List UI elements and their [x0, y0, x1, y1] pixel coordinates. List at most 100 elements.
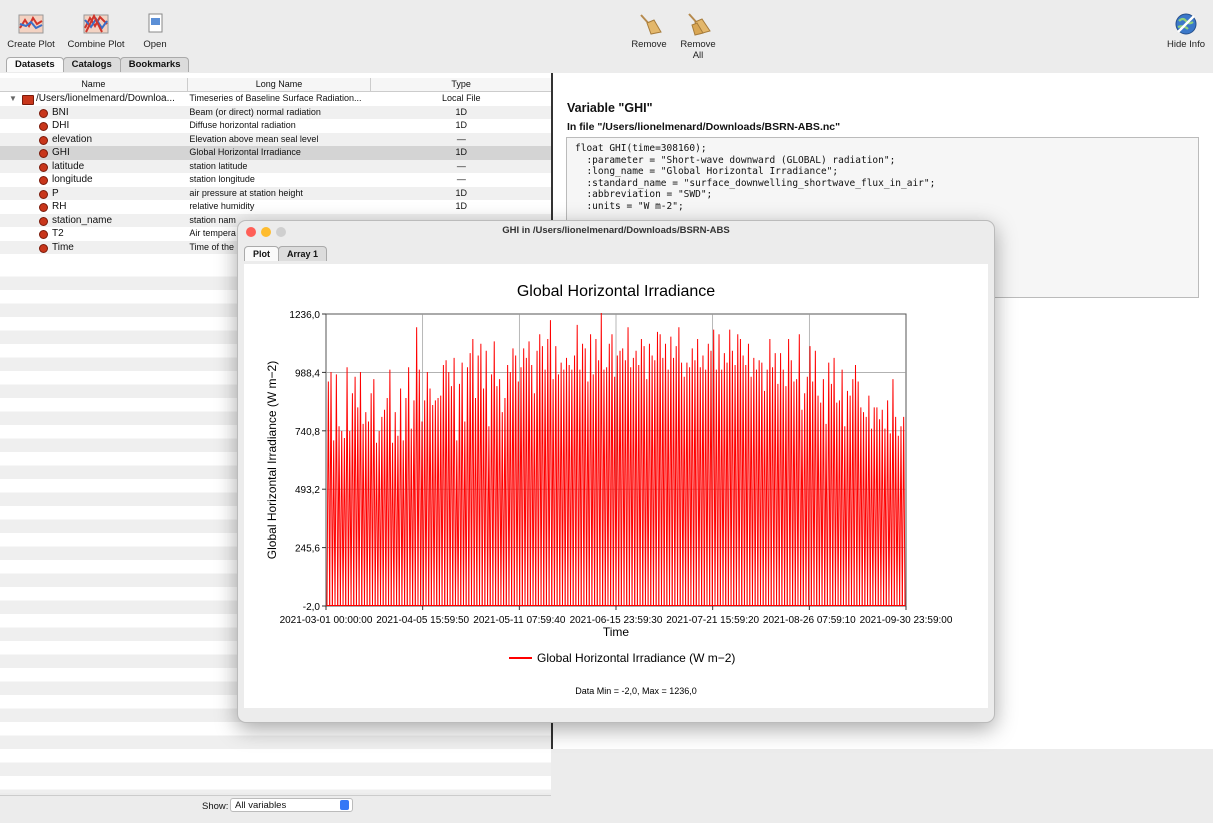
open-icon [148, 13, 163, 33]
dataset-tabs: Datasets Catalogs Bookmarks [6, 57, 190, 73]
variable-row-ghi[interactable]: GHI Global Horizontal Irradiance 1D [0, 146, 551, 160]
plot-window-title: GHI in /Users/lionelmenard/Downloads/BSR… [502, 225, 730, 236]
show-variables-select[interactable]: All variables [230, 798, 353, 812]
create-plot-button[interactable]: Create Plot [6, 12, 56, 50]
variable-name: Time [52, 241, 74, 253]
show-label: Show: [202, 801, 229, 812]
variable-type: 1D [455, 201, 468, 211]
variable-row-p[interactable]: Pair pressure at station height 1D [0, 186, 551, 200]
variable-long-name: Elevation above mean seal level [189, 133, 319, 144]
variable-icon [39, 243, 48, 253]
plot-tabs: Plot Array 1 [244, 246, 328, 261]
x-tick-label: 2021-07-21 15:59:20 [666, 615, 759, 626]
variable-row-latitude[interactable]: latitude station latitude — [0, 159, 551, 173]
variable-long-name: Global Horizontal Irradiance [189, 147, 301, 157]
variable-type: — [456, 160, 466, 171]
variable-type: 1D [455, 120, 468, 130]
metadata-line: :long_name = "Global Horizontal Irradian… [575, 166, 839, 177]
data-range-footer: Data Min = -2,0, Max = 1236,0 [575, 686, 697, 696]
variable-name: BNI [52, 106, 69, 118]
variable-icon [39, 149, 48, 158]
variable-name: latitude [52, 160, 85, 172]
variable-icon [39, 122, 48, 131]
variable-long-name: relative humidity [189, 201, 255, 211]
variable-type: 1D [455, 147, 468, 157]
main-toolbar: Create Plot Combine Plot Open Remove Rem… [0, 0, 1213, 61]
variable-row-dhi[interactable]: DHI Diffuse horizontal radiation 1D [0, 119, 551, 133]
tab-plot[interactable]: Plot [244, 246, 279, 261]
variable-type: 1D [455, 106, 468, 117]
variable-type: — [456, 133, 466, 144]
variable-icon [39, 176, 48, 185]
globe-info-icon [1175, 13, 1197, 35]
variable-name: GHI [52, 147, 70, 158]
metadata-line: :units = "W m-2"; [575, 200, 684, 212]
variable-icon [39, 108, 48, 118]
variable-name: DHI [52, 120, 70, 131]
plot-window: GHI in /Users/lionelmenard/Downloads/BSR… [237, 220, 995, 723]
remove-button[interactable]: Remove [630, 12, 668, 50]
variable-name: longitude [52, 174, 93, 185]
x-tick-label: 2021-04-05 15:59:50 [376, 615, 469, 626]
series-baseline [327, 605, 905, 606]
x-tick-label: 2021-03-01 00:00:00 [280, 615, 373, 626]
variable-icon [39, 216, 48, 226]
chart-title: Global Horizontal Irradiance [517, 283, 715, 300]
variable-row-elevation[interactable]: elevation Elevation above mean seal level… [0, 132, 551, 146]
tab-array-1[interactable]: Array 1 [278, 246, 328, 261]
x-tick-label: 2021-05-11 07:59:40 [473, 615, 566, 626]
y-tick-label: -2,0 [303, 602, 321, 613]
variable-long-name: air pressure at station height [189, 187, 303, 198]
metadata-line: :standard_name = "surface_downwelling_sh… [575, 177, 936, 189]
variable-row-rh[interactable]: RH relative humidity 1D [0, 200, 551, 214]
show-filter-bar: Show: All variables [0, 795, 551, 823]
combine-plot-button[interactable]: Combine Plot [66, 12, 126, 50]
file-path: In file "/Users/lionelmenard/Downloads/B… [567, 121, 841, 133]
open-button[interactable]: Open [138, 12, 172, 50]
ghi-time-series-chart[interactable]: Global Horizontal Irradiance 2021-03-01 0… [244, 264, 988, 708]
variable-name: T2 [52, 228, 64, 239]
variable-long-name: station longitude [189, 174, 255, 184]
x-axis-label: Time [603, 625, 630, 639]
hide-info-button[interactable]: Hide Info [1164, 12, 1208, 50]
y-axis-label: Global Horizontal Irradiance (W m−2) [265, 361, 279, 559]
metadata-line: :abbreviation = "SWD"; [575, 189, 713, 200]
variable-type: 1D [455, 187, 468, 198]
column-header-long-name[interactable]: Long Name [188, 78, 372, 91]
variable-icon [39, 230, 48, 239]
legend-label: Global Horizontal Irradiance (W m−2) [537, 651, 735, 665]
variable-long-name: station latitude [189, 160, 248, 171]
y-tick-label: 1236,0 [289, 310, 320, 321]
variable-icon [39, 135, 48, 145]
variable-name: RH [52, 201, 67, 212]
dataset-icon [22, 95, 34, 105]
y-tick-label: 245,6 [295, 544, 320, 555]
tab-bookmarks[interactable]: Bookmarks [119, 57, 190, 72]
variable-type: — [456, 174, 466, 184]
x-tick-label: 2021-08-26 07:59:10 [763, 615, 856, 626]
variable-title: Variable "GHI" [567, 101, 653, 115]
variable-row-bni[interactable]: BNI Beam (or direct) normal radiation 1D [0, 105, 551, 119]
variable-row-longitude[interactable]: longitude station longitude — [0, 173, 551, 187]
y-tick-label: 740,8 [295, 427, 320, 438]
disclosure-triangle-icon[interactable]: ▼ [9, 92, 17, 106]
broom-icon [640, 14, 662, 35]
combine-plot-icon [83, 13, 109, 34]
metadata-line: :parameter = "Short-wave downward (GLOBA… [575, 154, 896, 166]
broom-all-icon [688, 13, 711, 36]
variable-name: elevation [52, 133, 93, 145]
column-header-type[interactable]: Type [371, 78, 551, 91]
dataset-row[interactable]: ▼ /Users/lionelmenard/Downloa... Timeser… [0, 92, 551, 106]
remove-all-button[interactable]: Remove All [674, 12, 722, 61]
x-tick-label: 2021-09-30 23:59:00 [860, 615, 953, 626]
chevron-updown-icon [340, 800, 349, 810]
tab-catalogs[interactable]: Catalogs [62, 57, 121, 72]
metadata-line: float GHI(time=308160); [575, 143, 707, 154]
variable-icon [39, 162, 48, 172]
y-tick-label: 988,4 [295, 368, 320, 379]
variable-icon [39, 203, 48, 212]
column-header-name[interactable]: Name [0, 78, 188, 91]
tab-datasets[interactable]: Datasets [6, 57, 64, 72]
variable-icon [39, 189, 48, 199]
y-tick-label: 493,2 [295, 485, 320, 496]
